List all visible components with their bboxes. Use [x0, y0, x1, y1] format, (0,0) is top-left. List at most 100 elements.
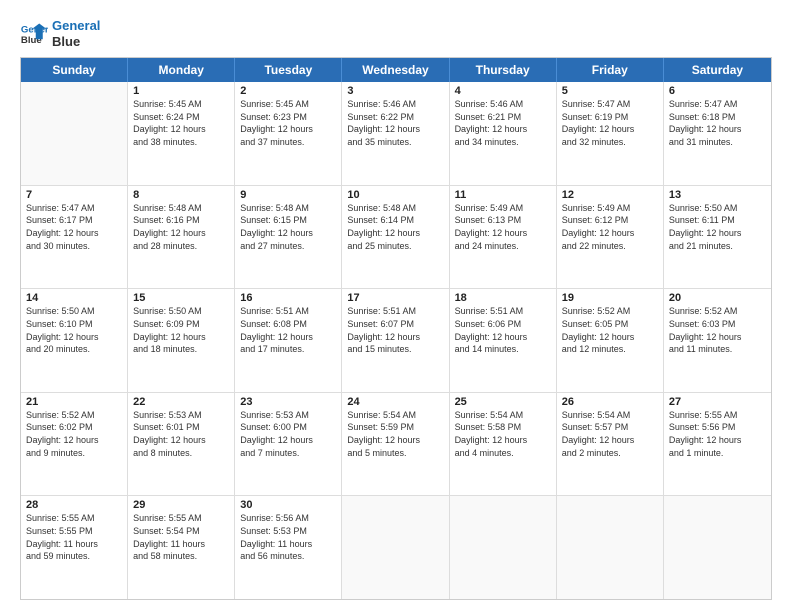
calendar-cell: 28Sunrise: 5:55 AM Sunset: 5:55 PM Dayli…	[21, 496, 128, 599]
calendar-cell: 10Sunrise: 5:48 AM Sunset: 6:14 PM Dayli…	[342, 186, 449, 289]
calendar-cell: 4Sunrise: 5:46 AM Sunset: 6:21 PM Daylig…	[450, 82, 557, 185]
calendar-row: 1Sunrise: 5:45 AM Sunset: 6:24 PM Daylig…	[21, 82, 771, 186]
day-number: 4	[455, 85, 551, 97]
day-number: 10	[347, 189, 443, 201]
weekday-header: Tuesday	[235, 58, 342, 82]
day-info: Sunrise: 5:52 AM Sunset: 6:03 PM Dayligh…	[669, 305, 766, 355]
calendar-cell: 27Sunrise: 5:55 AM Sunset: 5:56 PM Dayli…	[664, 393, 771, 496]
calendar-cell: 14Sunrise: 5:50 AM Sunset: 6:10 PM Dayli…	[21, 289, 128, 392]
day-number: 19	[562, 292, 658, 304]
day-info: Sunrise: 5:45 AM Sunset: 6:23 PM Dayligh…	[240, 98, 336, 148]
calendar-cell: 23Sunrise: 5:53 AM Sunset: 6:00 PM Dayli…	[235, 393, 342, 496]
day-info: Sunrise: 5:48 AM Sunset: 6:15 PM Dayligh…	[240, 202, 336, 252]
calendar-cell: 11Sunrise: 5:49 AM Sunset: 6:13 PM Dayli…	[450, 186, 557, 289]
calendar-header: SundayMondayTuesdayWednesdayThursdayFrid…	[21, 58, 771, 82]
calendar-cell: 29Sunrise: 5:55 AM Sunset: 5:54 PM Dayli…	[128, 496, 235, 599]
day-info: Sunrise: 5:46 AM Sunset: 6:21 PM Dayligh…	[455, 98, 551, 148]
day-number: 6	[669, 85, 766, 97]
day-info: Sunrise: 5:51 AM Sunset: 6:06 PM Dayligh…	[455, 305, 551, 355]
day-info: Sunrise: 5:48 AM Sunset: 6:16 PM Dayligh…	[133, 202, 229, 252]
calendar-cell	[664, 496, 771, 599]
day-number: 20	[669, 292, 766, 304]
day-number: 14	[26, 292, 122, 304]
day-info: Sunrise: 5:47 AM Sunset: 6:18 PM Dayligh…	[669, 98, 766, 148]
day-info: Sunrise: 5:48 AM Sunset: 6:14 PM Dayligh…	[347, 202, 443, 252]
calendar-cell	[342, 496, 449, 599]
logo: General Blue General Blue	[20, 18, 100, 49]
calendar-row: 14Sunrise: 5:50 AM Sunset: 6:10 PM Dayli…	[21, 289, 771, 393]
calendar-row: 28Sunrise: 5:55 AM Sunset: 5:55 PM Dayli…	[21, 496, 771, 599]
calendar-cell: 16Sunrise: 5:51 AM Sunset: 6:08 PM Dayli…	[235, 289, 342, 392]
day-info: Sunrise: 5:49 AM Sunset: 6:13 PM Dayligh…	[455, 202, 551, 252]
logo-icon: General Blue	[20, 20, 48, 48]
day-info: Sunrise: 5:55 AM Sunset: 5:56 PM Dayligh…	[669, 409, 766, 459]
calendar-cell: 15Sunrise: 5:50 AM Sunset: 6:09 PM Dayli…	[128, 289, 235, 392]
day-number: 7	[26, 189, 122, 201]
day-number: 29	[133, 499, 229, 511]
calendar-cell: 17Sunrise: 5:51 AM Sunset: 6:07 PM Dayli…	[342, 289, 449, 392]
day-info: Sunrise: 5:47 AM Sunset: 6:19 PM Dayligh…	[562, 98, 658, 148]
calendar-cell: 1Sunrise: 5:45 AM Sunset: 6:24 PM Daylig…	[128, 82, 235, 185]
calendar-cell: 18Sunrise: 5:51 AM Sunset: 6:06 PM Dayli…	[450, 289, 557, 392]
calendar-cell: 25Sunrise: 5:54 AM Sunset: 5:58 PM Dayli…	[450, 393, 557, 496]
day-number: 9	[240, 189, 336, 201]
day-number: 15	[133, 292, 229, 304]
calendar-cell	[450, 496, 557, 599]
calendar-row: 21Sunrise: 5:52 AM Sunset: 6:02 PM Dayli…	[21, 393, 771, 497]
calendar-cell: 13Sunrise: 5:50 AM Sunset: 6:11 PM Dayli…	[664, 186, 771, 289]
day-number: 13	[669, 189, 766, 201]
calendar-cell: 24Sunrise: 5:54 AM Sunset: 5:59 PM Dayli…	[342, 393, 449, 496]
weekday-header: Thursday	[450, 58, 557, 82]
day-number: 22	[133, 396, 229, 408]
day-info: Sunrise: 5:50 AM Sunset: 6:10 PM Dayligh…	[26, 305, 122, 355]
page-header: General Blue General Blue	[20, 18, 772, 49]
calendar-cell: 2Sunrise: 5:45 AM Sunset: 6:23 PM Daylig…	[235, 82, 342, 185]
weekday-header: Friday	[557, 58, 664, 82]
day-info: Sunrise: 5:47 AM Sunset: 6:17 PM Dayligh…	[26, 202, 122, 252]
day-number: 21	[26, 396, 122, 408]
day-info: Sunrise: 5:54 AM Sunset: 5:57 PM Dayligh…	[562, 409, 658, 459]
day-info: Sunrise: 5:51 AM Sunset: 6:07 PM Dayligh…	[347, 305, 443, 355]
day-info: Sunrise: 5:54 AM Sunset: 5:58 PM Dayligh…	[455, 409, 551, 459]
day-info: Sunrise: 5:50 AM Sunset: 6:11 PM Dayligh…	[669, 202, 766, 252]
day-info: Sunrise: 5:52 AM Sunset: 6:02 PM Dayligh…	[26, 409, 122, 459]
day-number: 8	[133, 189, 229, 201]
weekday-header: Wednesday	[342, 58, 449, 82]
day-number: 17	[347, 292, 443, 304]
calendar-cell: 8Sunrise: 5:48 AM Sunset: 6:16 PM Daylig…	[128, 186, 235, 289]
day-number: 1	[133, 85, 229, 97]
day-info: Sunrise: 5:53 AM Sunset: 6:01 PM Dayligh…	[133, 409, 229, 459]
day-number: 23	[240, 396, 336, 408]
calendar-row: 7Sunrise: 5:47 AM Sunset: 6:17 PM Daylig…	[21, 186, 771, 290]
day-info: Sunrise: 5:56 AM Sunset: 5:53 PM Dayligh…	[240, 512, 336, 562]
calendar-cell: 21Sunrise: 5:52 AM Sunset: 6:02 PM Dayli…	[21, 393, 128, 496]
weekday-header: Monday	[128, 58, 235, 82]
day-number: 26	[562, 396, 658, 408]
calendar-cell: 9Sunrise: 5:48 AM Sunset: 6:15 PM Daylig…	[235, 186, 342, 289]
svg-text:General: General	[21, 24, 48, 35]
day-number: 30	[240, 499, 336, 511]
day-info: Sunrise: 5:55 AM Sunset: 5:55 PM Dayligh…	[26, 512, 122, 562]
day-info: Sunrise: 5:49 AM Sunset: 6:12 PM Dayligh…	[562, 202, 658, 252]
day-info: Sunrise: 5:50 AM Sunset: 6:09 PM Dayligh…	[133, 305, 229, 355]
calendar-cell: 22Sunrise: 5:53 AM Sunset: 6:01 PM Dayli…	[128, 393, 235, 496]
day-info: Sunrise: 5:46 AM Sunset: 6:22 PM Dayligh…	[347, 98, 443, 148]
day-number: 27	[669, 396, 766, 408]
calendar-cell	[21, 82, 128, 185]
day-number: 16	[240, 292, 336, 304]
day-info: Sunrise: 5:52 AM Sunset: 6:05 PM Dayligh…	[562, 305, 658, 355]
day-info: Sunrise: 5:45 AM Sunset: 6:24 PM Dayligh…	[133, 98, 229, 148]
day-number: 5	[562, 85, 658, 97]
weekday-header: Saturday	[664, 58, 771, 82]
calendar-cell: 26Sunrise: 5:54 AM Sunset: 5:57 PM Dayli…	[557, 393, 664, 496]
day-number: 24	[347, 396, 443, 408]
calendar-cell: 20Sunrise: 5:52 AM Sunset: 6:03 PM Dayli…	[664, 289, 771, 392]
logo-text: General Blue	[52, 18, 100, 49]
day-info: Sunrise: 5:51 AM Sunset: 6:08 PM Dayligh…	[240, 305, 336, 355]
calendar-cell: 3Sunrise: 5:46 AM Sunset: 6:22 PM Daylig…	[342, 82, 449, 185]
day-info: Sunrise: 5:54 AM Sunset: 5:59 PM Dayligh…	[347, 409, 443, 459]
day-number: 25	[455, 396, 551, 408]
calendar-cell	[557, 496, 664, 599]
weekday-header: Sunday	[21, 58, 128, 82]
day-number: 28	[26, 499, 122, 511]
